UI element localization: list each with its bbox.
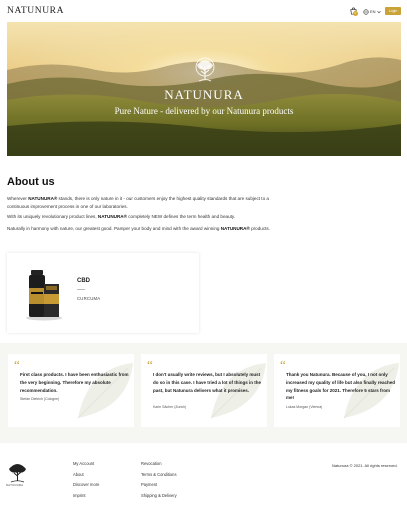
site-header: NATUNURA 0 EN Login [0,0,407,22]
globe-icon [363,8,369,15]
footer-tree-logo-icon[interactable] [7,461,28,483]
footer-link-about[interactable]: About [73,472,99,483]
testimonial-card: “ I don't usually write reviews, but I a… [141,354,267,427]
footer-link-shipping[interactable]: Shipping & Delivery [141,493,177,504]
testimonial-quote: I don't usually write reviews, but I abs… [153,372,262,393]
hero-brand-title: NATUNURA [164,87,244,102]
footer-link-my-account[interactable]: My Account [73,461,99,472]
testimonial-author: Stefan Dietrich (Cologne) [20,397,60,401]
testimonial-card: “ Thank you Natunura. Because of you, I … [274,354,400,427]
testimonial-quote: First class products. I have been enthus… [20,372,129,393]
about-paragraph-2: With its uniquely revolutionary product … [7,214,236,219]
testimonial-card: “ First class products. I have been enth… [8,354,134,427]
site-logo[interactable]: NATUNURA [7,6,64,16]
footer-link-revocation[interactable]: Revocation [141,461,177,472]
copyright-text: Natunura © 2021. All rights reserved. [332,463,398,468]
tree-logo-icon [195,57,215,82]
footer-link-imprint[interactable]: Imprint [73,493,99,504]
testimonial-author: Karin Sächer (Zurich) [153,405,187,409]
hero-banner: NATUNURA Pure Nature - delivered by our … [7,22,401,156]
about-heading: About us [7,176,55,188]
footer-link-discover-more[interactable]: Discover more [73,482,99,493]
login-button[interactable]: Login [385,7,401,15]
about-paragraph-1: Wherever NATUNURA® stands, there is only… [7,196,269,209]
product-bottle-image [26,270,62,321]
quote-icon: “ [147,357,153,372]
product-divider [77,289,85,290]
product-name: CBD [77,278,90,284]
quote-icon: “ [14,357,20,372]
about-paragraph-3: Naturally in harmony with nature, our gr… [7,226,270,231]
footer-link-payment[interactable]: Payment [141,482,177,493]
footer-links-column-2: Revocation Terms & Conditions Payment Sh… [141,461,177,503]
quote-icon: “ [280,357,286,372]
hero-tagline: Pure Nature - delivered by our Natunura … [114,106,294,116]
cart-count-badge: 0 [353,11,358,16]
chevron-down-icon [376,10,381,13]
footer-links-column-1: My Account About Discover more Imprint [73,461,99,503]
language-selector[interactable]: EN [363,8,381,15]
testimonial-quote: Thank you Natunura. Because of you, I no… [286,372,396,401]
footer-link-terms[interactable]: Terms & Conditions [141,472,177,483]
product-card[interactable]: CBD CURCUMA [7,253,199,333]
language-label: EN [370,9,376,14]
testimonial-author: Lukas Morgan (Vienna) [286,405,323,409]
product-brand: CURCUMA [77,296,101,301]
footer-logo-text: NATUNURA [6,484,24,487]
